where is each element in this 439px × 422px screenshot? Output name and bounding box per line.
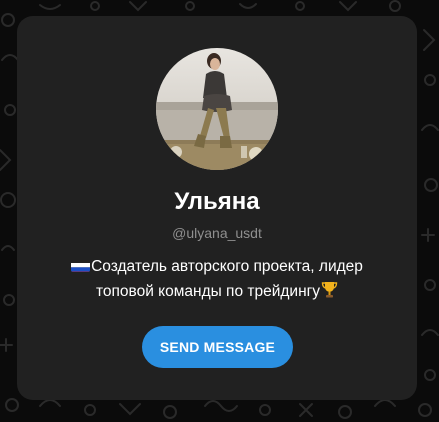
- send-message-button[interactable]: SEND MESSAGE: [142, 326, 293, 368]
- russia-flag-icon: [71, 259, 91, 272]
- trophy-icon: [321, 281, 338, 298]
- bio-line-1: Создатель авторского проекта, лидер: [91, 258, 363, 275]
- profile-bio: Создатель авторского проекта, лидер топов…: [47, 254, 387, 304]
- profile-username[interactable]: @ulyana_usdt: [17, 224, 417, 242]
- bio-line-2: топовой команды по трейдингу: [95, 283, 321, 300]
- avatar-photo: [156, 48, 278, 170]
- profile-name: Ульяна: [174, 188, 260, 215]
- profile-card: Ульяна @ulyana_usdt Создатель авторского…: [17, 16, 417, 400]
- avatar[interactable]: [156, 48, 278, 170]
